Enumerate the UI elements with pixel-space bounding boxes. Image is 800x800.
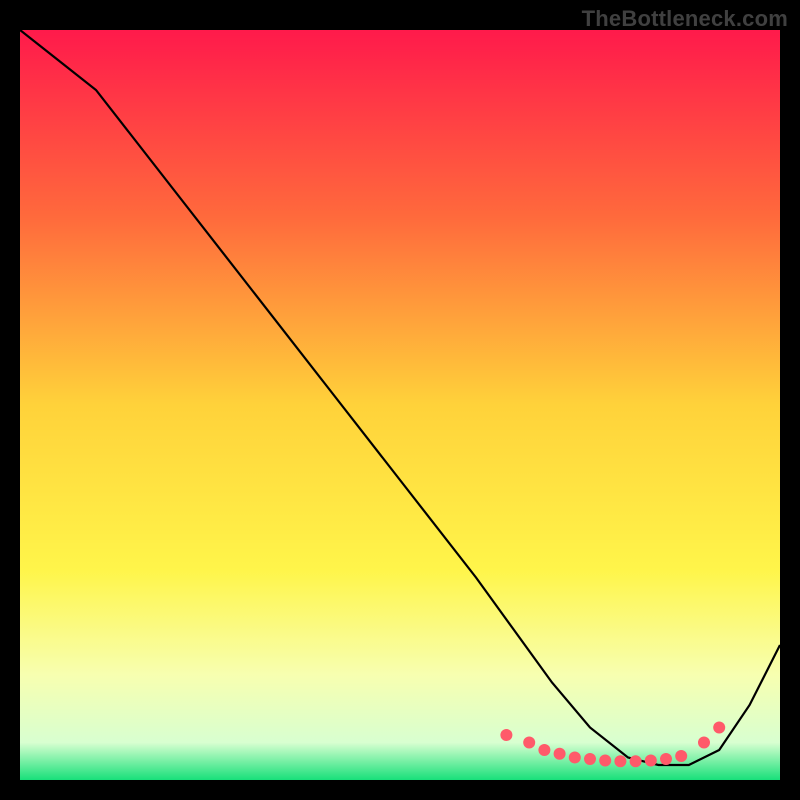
plot-area [20, 30, 780, 780]
optimal-dot [500, 729, 512, 741]
optimal-dot [713, 722, 725, 734]
optimal-dot [614, 755, 626, 767]
chart-svg [20, 30, 780, 780]
optimal-dot [675, 750, 687, 762]
optimal-dot [599, 755, 611, 767]
optimal-dot [569, 752, 581, 764]
chart-background [20, 30, 780, 780]
optimal-dot [660, 753, 672, 765]
optimal-dot [584, 753, 596, 765]
optimal-dot [645, 755, 657, 767]
optimal-dot [523, 737, 535, 749]
chart-frame: TheBottleneck.com [0, 0, 800, 800]
optimal-dot [698, 737, 710, 749]
optimal-dot [554, 748, 566, 760]
optimal-dot [630, 755, 642, 767]
optimal-dot [538, 744, 550, 756]
watermark-label: TheBottleneck.com [582, 6, 788, 32]
